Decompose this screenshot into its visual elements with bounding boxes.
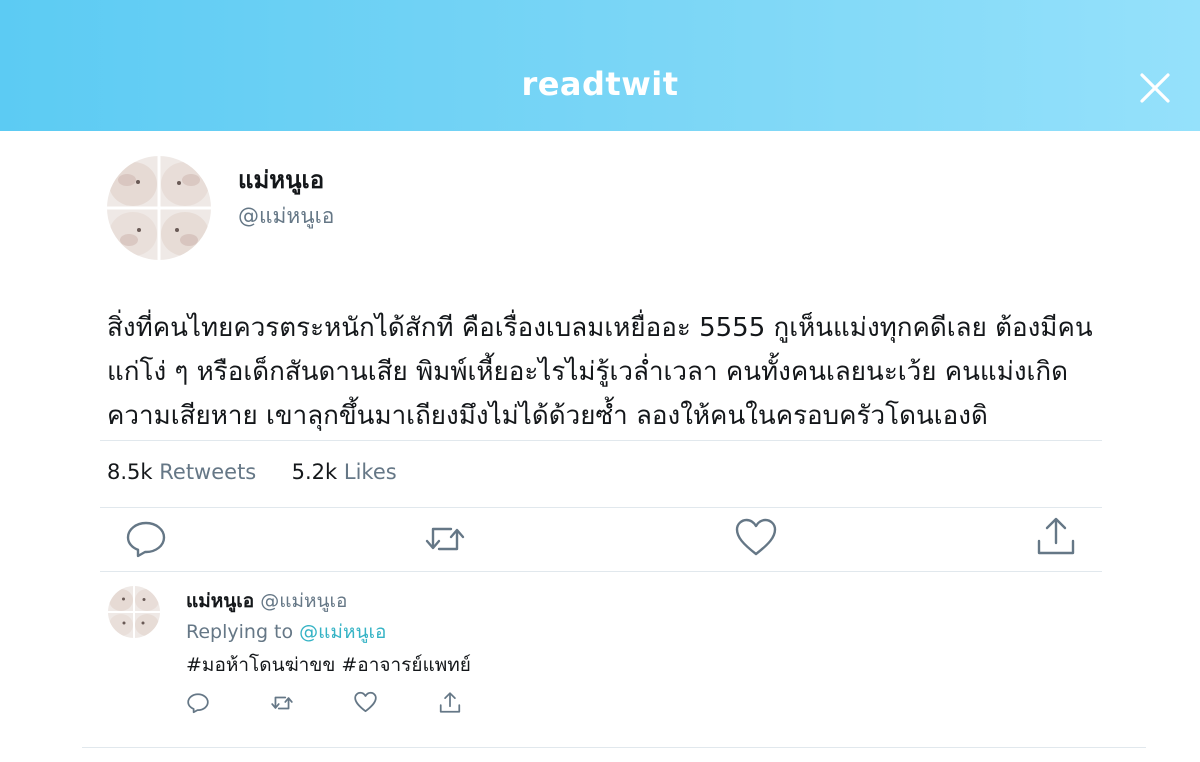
divider xyxy=(100,571,1102,572)
like-icon[interactable] xyxy=(733,515,779,563)
replying-to-link[interactable]: @แม่หนูเอ xyxy=(299,621,386,643)
divider xyxy=(82,747,1146,748)
likes-label: Likes xyxy=(343,460,397,484)
replying-prefix: Replying to xyxy=(186,621,294,643)
divider xyxy=(100,440,1102,441)
brand-logo: readtwit xyxy=(521,65,679,103)
tweet-text-line: ความเสียหาย เขาลุกขึ้นมาเถียงมึงไม่ได้ด้… xyxy=(107,401,988,431)
retweets-count: 8.5k xyxy=(107,460,153,484)
divider xyxy=(100,507,1102,508)
reply-header: แม่หนูเอ @แม่หนูเอ xyxy=(186,588,347,614)
close-icon[interactable] xyxy=(1135,68,1175,108)
author-handle[interactable]: @แม่หนูเอ xyxy=(238,201,334,231)
like-icon[interactable] xyxy=(353,690,378,718)
reply-icon[interactable] xyxy=(124,517,168,565)
likes-stat[interactable]: 5.2k Likes xyxy=(292,460,397,484)
reply-author-name[interactable]: แม่หนูเอ xyxy=(186,590,254,612)
retweets-stat[interactable]: 8.5k Retweets xyxy=(107,460,263,484)
share-icon[interactable] xyxy=(1034,515,1078,563)
tweet-text-line: แก่โง่ ๆ หรือเด็กสันดานเสีย พิมพ์เหี้ยอะ… xyxy=(107,357,1069,387)
tweet-text: สิ่งที่คนไทยควรตระหนักได้สักที คือเรื่อง… xyxy=(107,306,1117,438)
author-name[interactable]: แม่หนูเอ xyxy=(238,164,324,196)
retweets-label: Retweets xyxy=(159,460,257,484)
tweet-stats: 8.5k Retweets 5.2k Likes xyxy=(107,457,397,487)
tweet-text-line: สิ่งที่คนไทยควรตระหนักได้สักที คือเรื่อง… xyxy=(107,313,1093,343)
avatar[interactable] xyxy=(107,156,211,260)
app-header: readtwit xyxy=(0,0,1200,131)
reply-icon[interactable] xyxy=(186,691,210,719)
likes-count: 5.2k xyxy=(291,460,338,484)
retweet-icon[interactable] xyxy=(423,517,467,565)
reply-author-handle[interactable]: @แม่หนูเอ xyxy=(260,590,347,612)
reply-avatar[interactable] xyxy=(108,586,160,638)
retweet-icon[interactable] xyxy=(270,691,294,719)
share-icon[interactable] xyxy=(438,691,462,719)
replying-to: Replying to @แม่หนูเอ xyxy=(186,619,386,645)
reply-text: #มอห้าโดนฆ่าขข #อาจารย์แพทย์ xyxy=(186,654,471,676)
